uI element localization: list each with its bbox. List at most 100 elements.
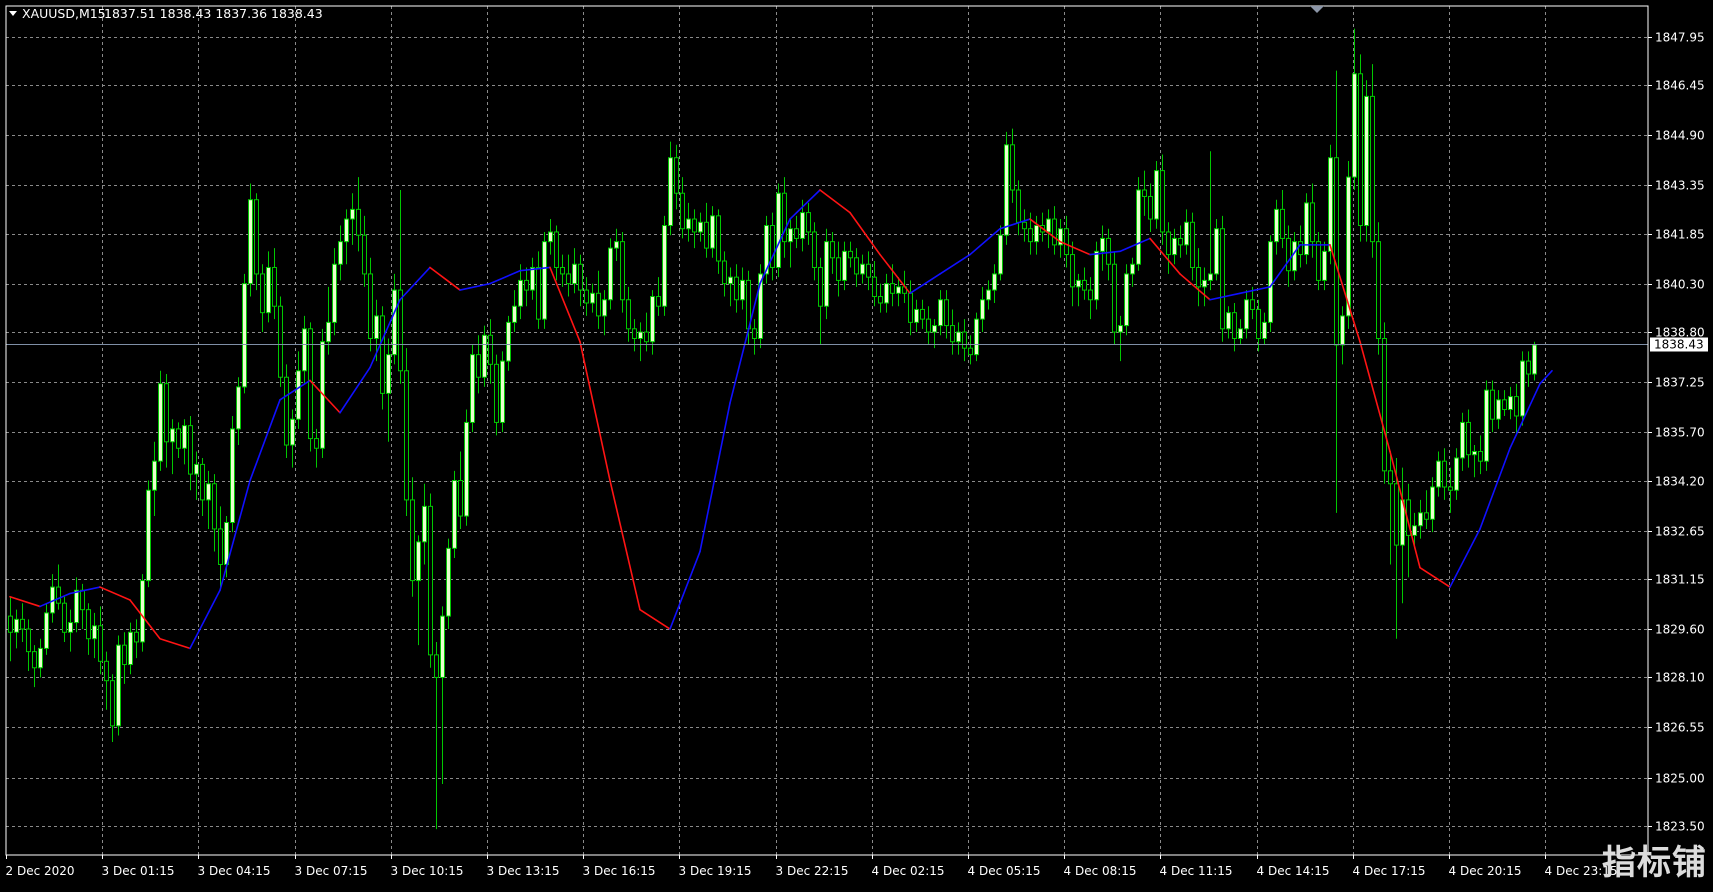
candle-body-bear xyxy=(200,463,205,501)
candle[interactable] xyxy=(446,538,451,630)
candle[interactable] xyxy=(974,312,979,362)
candle-body-bull xyxy=(470,354,475,423)
candle-body-bear xyxy=(1112,263,1117,333)
candle[interactable] xyxy=(1112,251,1117,345)
candle-body-bear xyxy=(950,325,955,343)
candle-body-bull xyxy=(896,286,901,294)
candle-body-bull xyxy=(788,228,793,243)
x-axis-label: 4 Dec 17:15 xyxy=(1353,864,1426,878)
candle-body-bear xyxy=(1370,95,1375,243)
candle-body-bear xyxy=(1316,241,1321,281)
candle[interactable] xyxy=(1136,177,1141,271)
candle[interactable] xyxy=(404,348,409,517)
candle-body-bull xyxy=(386,354,391,394)
candle-body-bull xyxy=(506,321,511,362)
candle[interactable] xyxy=(470,344,475,433)
candle-body-bull xyxy=(662,225,667,307)
candle[interactable] xyxy=(1358,54,1363,242)
candle[interactable] xyxy=(242,273,247,394)
candle-body-bull xyxy=(974,318,979,356)
candle-body-bull xyxy=(1274,208,1279,243)
candle[interactable] xyxy=(1154,160,1159,229)
candle[interactable] xyxy=(464,409,469,526)
candle-body-bear xyxy=(872,276,877,298)
candle-body-bear xyxy=(1478,450,1483,462)
candle[interactable] xyxy=(428,493,433,668)
candle[interactable] xyxy=(248,183,253,297)
candle[interactable] xyxy=(542,231,547,329)
candle[interactable] xyxy=(1364,80,1369,242)
candle[interactable] xyxy=(230,415,235,533)
candle[interactable] xyxy=(1094,241,1099,310)
candle[interactable] xyxy=(308,322,313,452)
y-axis-label: 1829.60 xyxy=(1655,623,1705,637)
candle[interactable] xyxy=(662,215,667,316)
candle-body-bear xyxy=(1310,202,1315,243)
candle-body-bear xyxy=(596,292,601,317)
chart-header: XAUUSD,M15 1837.51 1838.43 1837.36 1838.… xyxy=(9,6,323,21)
candle-body-bull xyxy=(1244,299,1249,330)
candle[interactable] xyxy=(1214,219,1219,281)
candle-body-bull xyxy=(608,247,613,301)
y-axis-label: 1843.35 xyxy=(1655,179,1705,193)
candle-body-bear xyxy=(1052,218,1057,246)
candle-body-bull xyxy=(236,386,241,430)
x-axis-label: 3 Dec 04:15 xyxy=(198,864,271,878)
candle[interactable] xyxy=(1124,264,1129,336)
candle[interactable] xyxy=(1376,222,1381,355)
candlestick-chart[interactable]: 1847.95 1846.45 1844.90 1843.35 1841.85 1840.… xyxy=(0,0,1713,888)
candle-body-bull xyxy=(338,241,343,265)
candle[interactable] xyxy=(776,183,781,278)
symbol-label[interactable]: XAUUSD,M15 xyxy=(22,6,106,21)
candle-body-bear xyxy=(536,266,541,320)
candle[interactable] xyxy=(140,574,145,652)
candle[interactable] xyxy=(1484,380,1489,471)
candle-body-bear xyxy=(1502,399,1507,411)
candle-body-bull xyxy=(1094,250,1099,301)
candle-body-bull xyxy=(1340,315,1345,346)
candle-body-bear xyxy=(1178,237,1183,246)
candle-body-bear xyxy=(1250,299,1255,310)
x-axis-label: 4 Dec 05:15 xyxy=(968,864,1041,878)
candle-body-bull xyxy=(776,192,781,268)
candle[interactable] xyxy=(824,228,829,320)
candle[interactable] xyxy=(1520,351,1525,426)
y-axis-label: 1835.70 xyxy=(1655,426,1705,440)
candle[interactable] xyxy=(284,364,289,458)
candle-body-bear xyxy=(1190,221,1195,268)
candle[interactable] xyxy=(158,370,163,471)
candle-body-bull xyxy=(14,618,19,633)
candle-body-bull xyxy=(1130,263,1135,275)
candle[interactable] xyxy=(758,264,763,349)
candle-body-bull xyxy=(1046,218,1051,233)
candle[interactable] xyxy=(1220,215,1225,342)
candle[interactable] xyxy=(1304,193,1309,265)
y-axis-label: 1840.30 xyxy=(1655,278,1705,292)
candle-body-bull xyxy=(668,157,673,227)
candle-body-bear xyxy=(908,292,913,323)
candle-body-bull xyxy=(1124,273,1129,327)
candle-body-bull xyxy=(182,425,187,449)
candle[interactable] xyxy=(1382,322,1387,484)
candle-body-bull xyxy=(1472,450,1477,456)
candle-body-bull xyxy=(1154,170,1159,220)
candle-body-bear xyxy=(428,505,433,656)
candle-body-bear xyxy=(836,257,841,281)
candle-body-bear xyxy=(524,279,529,291)
candle[interactable] xyxy=(482,325,487,387)
candle[interactable] xyxy=(278,296,283,387)
candle-body-bear xyxy=(164,383,169,443)
candle-body-bull xyxy=(512,305,517,323)
candle-body-bear xyxy=(368,273,373,339)
y-axis-label: 1846.45 xyxy=(1655,79,1705,93)
chart-window[interactable]: 1847.95 1846.45 1844.90 1843.35 1841.85 1840.… xyxy=(0,0,1713,888)
candle[interactable] xyxy=(500,351,505,433)
candle-body-bull xyxy=(38,647,43,669)
candle[interactable] xyxy=(608,238,613,310)
candle-body-bear xyxy=(134,631,139,643)
candle[interactable] xyxy=(146,480,151,588)
candle[interactable] xyxy=(116,635,121,736)
candle-body-bull xyxy=(1262,321,1267,339)
candle[interactable] xyxy=(452,470,457,559)
ohlc-readout: 1837.51 1838.43 1837.36 1838.43 xyxy=(104,6,323,21)
